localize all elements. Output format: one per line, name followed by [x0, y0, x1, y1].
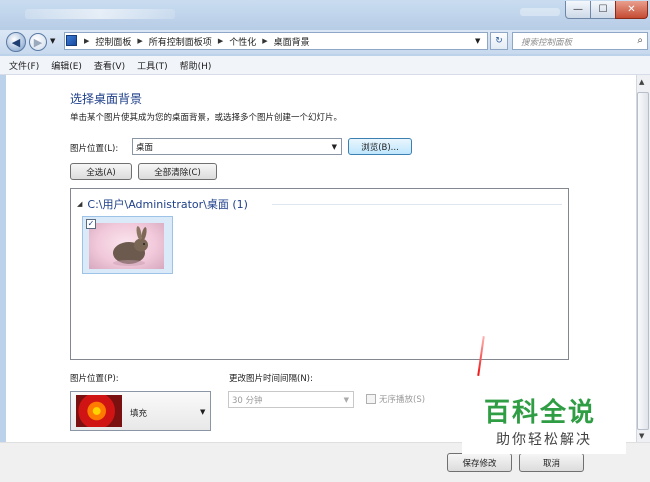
- control-panel-icon: [66, 35, 77, 46]
- history-dropdown-icon[interactable]: ▼: [50, 37, 55, 45]
- scrollbar-thumb[interactable]: [637, 92, 649, 430]
- browse-button[interactable]: 浏览(B)...: [348, 138, 412, 155]
- blurred-title: [25, 9, 175, 19]
- menu-edit[interactable]: 编辑(E): [51, 59, 82, 72]
- arrow-left-icon: ◀: [11, 35, 21, 49]
- breadcrumb-item[interactable]: 所有控制面板项: [149, 35, 212, 48]
- maximize-button[interactable]: ☐: [590, 1, 616, 19]
- dropdown-arrow-icon: ▼: [200, 408, 206, 416]
- interval-select[interactable]: 30 分钟 ▼: [228, 391, 354, 408]
- menu-view[interactable]: 查看(V): [94, 59, 125, 72]
- clear-all-button[interactable]: 全部清除(C): [138, 163, 217, 180]
- breadcrumb-item[interactable]: 个性化: [229, 35, 256, 48]
- scroll-down-icon[interactable]: ▼: [639, 432, 644, 440]
- watermark-title: 百科全说: [484, 398, 597, 428]
- picture-checkbox[interactable]: ✓: [86, 219, 96, 229]
- shuffle-label: 无序播放(S): [379, 395, 426, 405]
- refresh-button[interactable]: ↻: [490, 32, 508, 50]
- menu-tools[interactable]: 工具(T): [137, 59, 168, 72]
- dropdown-arrow-icon: ▼: [331, 143, 337, 151]
- picture-list[interactable]: [70, 188, 569, 360]
- search-placeholder: 搜索控制面板: [521, 38, 573, 48]
- fill-preview-image: [76, 395, 122, 427]
- refresh-icon: ↻: [495, 36, 503, 46]
- group-header-label: C:\用户\Administrator\桌面 (1): [87, 198, 248, 211]
- group-divider: [272, 204, 562, 205]
- save-button[interactable]: 保存修改: [447, 453, 512, 472]
- interval-label: 更改图片时间间隔(N):: [229, 374, 313, 384]
- address-dropdown-icon[interactable]: ▼: [475, 37, 480, 45]
- page-title: 选择桌面背景: [70, 92, 143, 106]
- page-description: 单击某个图片使其成为您的桌面背景，或选择多个图片创建一个幻灯片。: [70, 113, 343, 123]
- breadcrumb: ▶ 控制面板 ▶ 所有控制面板项 ▶ 个性化 ▶ 桌面背景: [80, 33, 310, 49]
- search-input[interactable]: 搜索控制面板 ⌕: [512, 32, 648, 50]
- scroll-up-icon[interactable]: ▲: [639, 78, 644, 86]
- location-label: 图片位置(L):: [70, 144, 119, 154]
- shuffle-checkbox[interactable]: [366, 394, 376, 404]
- select-all-button[interactable]: 全选(A): [70, 163, 132, 180]
- interval-value: 30 分钟: [232, 395, 263, 406]
- rabbit-image: [113, 226, 148, 266]
- position-label: 图片位置(P):: [70, 374, 119, 384]
- position-value: 填充: [130, 409, 148, 419]
- menu-help[interactable]: 帮助(H): [180, 59, 212, 72]
- cancel-button[interactable]: 取消: [519, 453, 584, 472]
- breadcrumb-item[interactable]: 桌面背景: [274, 35, 310, 48]
- back-button[interactable]: ◀: [6, 32, 26, 52]
- menu-bar: 文件(F) 编辑(E) 查看(V) 工具(T) 帮助(H): [0, 56, 650, 75]
- location-select[interactable]: 桌面 ▼: [132, 138, 342, 155]
- chevron-right-icon[interactable]: ▶: [137, 37, 142, 45]
- rabbit-photo[interactable]: [89, 223, 164, 269]
- location-value: 桌面: [136, 142, 154, 153]
- menu-file[interactable]: 文件(F): [9, 59, 39, 72]
- arrow-right-icon: ▶: [33, 35, 43, 49]
- search-icon[interactable]: ⌕: [637, 35, 643, 46]
- forward-button[interactable]: ▶: [29, 33, 47, 51]
- minimize-button[interactable]: —: [565, 1, 591, 19]
- blurred-area: [520, 8, 560, 16]
- group-header[interactable]: ◢ C:\用户\Administrator\桌面 (1): [77, 196, 248, 212]
- collapse-icon[interactable]: ◢: [77, 200, 82, 208]
- chevron-right-icon[interactable]: ▶: [262, 37, 267, 45]
- breadcrumb-item[interactable]: 控制面板: [95, 35, 131, 48]
- close-button[interactable]: ✕: [615, 1, 648, 19]
- chevron-right-icon[interactable]: ▶: [218, 37, 223, 45]
- chevron-right-icon[interactable]: ▶: [84, 37, 89, 45]
- dropdown-arrow-icon: ▼: [343, 396, 349, 404]
